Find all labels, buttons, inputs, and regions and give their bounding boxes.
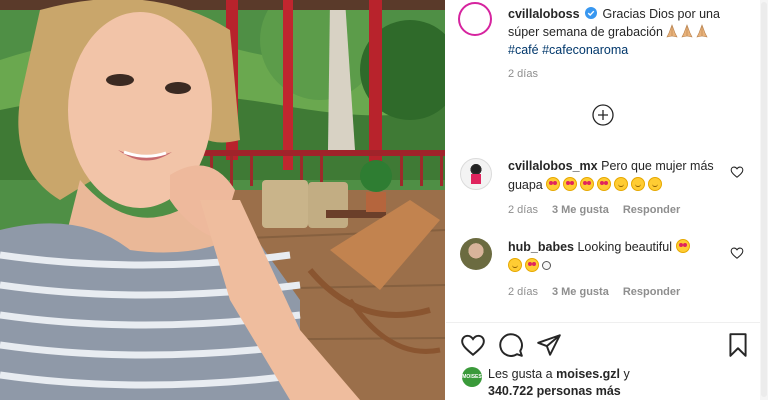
comment-likes[interactable]: 3 Me gusta [552,286,609,298]
likes-conjunction: y [623,367,630,381]
comment-username[interactable]: cvillalobos_mx [508,159,598,173]
comment-time[interactable]: 2 días [508,286,538,298]
post-photo[interactable] [0,0,445,400]
liker-avatar[interactable]: MOISES [462,367,482,387]
comment-text: hub_babes Looking beautiful [508,238,723,276]
plus-circle-icon[interactable] [592,104,614,126]
likes-text: Les gusta a moises.gzl y 340.722 persona… [488,366,738,400]
comment-username[interactable]: hub_babes [508,240,574,254]
hashtag-link[interactable]: #café [508,43,539,57]
scrollbar-thumb[interactable] [761,2,767,397]
author-avatar[interactable] [458,2,492,36]
smiling-face-emoji-icon [614,177,629,191]
comment-like-heart-icon[interactable] [730,246,744,260]
heart-eyes-emoji-icon [580,177,595,191]
action-bar [460,332,750,358]
bookmark-icon[interactable] [725,332,751,358]
heart-outline-icon[interactable] [460,332,486,358]
comment-time[interactable]: 2 días [508,204,538,216]
post-image [0,0,445,400]
comment-text: cvillalobos_mx Pero que mujer más guapa [508,157,723,195]
caption-text-block: cvillaloboss Gracias Dios por una súper … [508,5,748,59]
commenter-avatar-image [471,165,481,184]
commenter-avatar[interactable] [460,238,492,270]
hashtag-link[interactable]: #cafeconaroma [542,43,628,57]
reply-button[interactable]: Responder [623,286,680,298]
scrollbar[interactable] [760,0,768,400]
folded-hands-icon [696,24,708,38]
likes-prefix: Les gusta a [488,367,553,381]
comment-likes[interactable]: 3 Me gusta [552,204,609,216]
smiling-face-emoji-icon [631,177,646,191]
face-emoji-icon [542,261,551,270]
heart-eyes-emoji-icon [675,239,690,253]
comment-meta: 2 días 3 Me gusta Responder [508,286,694,298]
heart-eyes-emoji-icon [546,177,561,191]
actions-divider [446,322,760,323]
smiling-face-emoji-icon [648,177,663,191]
likes-count[interactable]: 340.722 personas más [488,384,621,398]
post-side-panel: cvillaloboss Gracias Dios por una súper … [446,0,768,400]
heart-eyes-emoji-icon [597,177,612,191]
caption-time[interactable]: 2 días [508,68,538,80]
smiling-face-emoji-icon [508,258,522,272]
verified-badge-icon [585,7,598,19]
author-username[interactable]: cvillaloboss [508,7,580,21]
folded-hands-icon [666,24,678,38]
comment-meta: 2 días 3 Me gusta Responder [508,204,694,216]
reply-button[interactable]: Responder [623,204,680,216]
caption-emojis [666,24,711,39]
heart-eyes-emoji-icon [525,258,539,272]
comment-bubble-icon[interactable] [498,332,524,358]
heart-eyes-emoji-icon [563,177,578,191]
folded-hands-icon [681,24,693,38]
liker-username[interactable]: moises.gzl [556,367,620,381]
comment-body: Looking beautiful [577,240,673,254]
commenter-avatar[interactable] [460,158,492,190]
paper-plane-icon[interactable] [536,332,562,358]
comment-like-heart-icon[interactable] [730,165,744,179]
